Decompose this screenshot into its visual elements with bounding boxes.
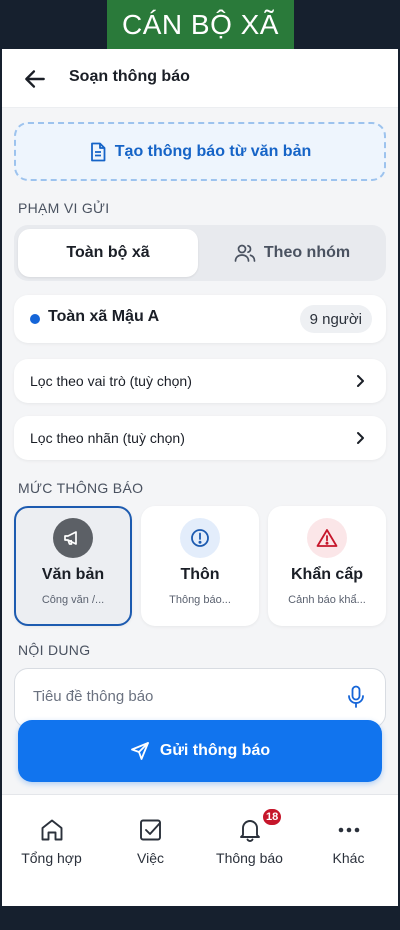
warning-triangle-icon <box>307 518 347 558</box>
microphone-icon[interactable] <box>347 685 365 709</box>
filter-by-role[interactable]: Lọc theo vai trò (tuỳ chọn) <box>14 359 386 403</box>
arrow-left-icon[interactable] <box>22 66 48 92</box>
scope-name: Toàn xã Mậu A <box>48 308 160 325</box>
nav-label: Thông báo <box>216 850 283 866</box>
scope-section-label: PHẠM VI GỬI <box>18 200 110 216</box>
selected-scope-card[interactable]: Toàn xã Mậu A 9 người <box>14 295 386 343</box>
chevron-right-icon <box>357 375 364 387</box>
bell-icon <box>240 820 260 842</box>
level-option-thon[interactable]: Thôn Thông báo... <box>141 506 259 626</box>
nav-item-khac[interactable]: Khác <box>299 817 398 877</box>
level-options: Văn bản Công văn /... Thôn Thông báo... … <box>14 506 386 626</box>
chevron-right-icon <box>357 432 364 444</box>
notification-title-placeholder: Tiêu đề thông báo <box>33 688 154 705</box>
level-name: Thôn <box>180 566 220 583</box>
send-icon <box>130 742 149 760</box>
home-icon <box>41 819 63 841</box>
nav-item-viec[interactable]: Việc <box>101 817 200 877</box>
info-circle-icon <box>180 518 220 558</box>
send-notification-button[interactable]: Gửi thông báo <box>18 720 382 782</box>
nav-item-tong-hop[interactable]: Tổng hợp <box>2 817 101 877</box>
status-dot <box>30 314 40 324</box>
filter-by-tag-label: Lọc theo nhãn (tuỳ chọn) <box>30 430 185 446</box>
create-from-document-button[interactable]: Tạo thông báo từ văn bản <box>14 122 386 181</box>
page-title: Soạn thông báo <box>69 68 190 85</box>
nav-label: Tổng hợp <box>21 850 82 866</box>
notification-count-badge: 18 <box>261 807 284 827</box>
app-screen: Soạn thông báo Tạo thông báo từ văn bản … <box>2 49 398 906</box>
tab-whole-commune-label: Toàn bộ xã <box>66 244 150 261</box>
nav-label: Việc <box>137 850 164 866</box>
level-option-van-ban[interactable]: Văn bản Công văn /... <box>14 506 132 626</box>
document-icon <box>90 142 106 161</box>
bottom-navigation: Tổng hợp Việc 18 Thông báo Khác <box>2 794 398 906</box>
checkbox-icon <box>140 819 161 841</box>
level-description: Cảnh báo khẩ... <box>288 594 366 606</box>
role-banner: CÁN BỘ XÃ <box>107 0 294 49</box>
filter-by-role-label: Lọc theo vai trò (tuỳ chọn) <box>30 373 192 389</box>
content-section-label: NỘI DUNG <box>18 642 91 658</box>
users-icon <box>234 244 256 262</box>
create-from-document-label: Tạo thông báo từ văn bản <box>114 142 312 160</box>
nav-label: Khác <box>332 850 365 866</box>
more-dots-icon <box>338 827 360 833</box>
nav-item-thong-bao[interactable]: 18 Thông báo <box>200 807 299 877</box>
tab-whole-commune[interactable]: Toàn bộ xã <box>18 229 198 277</box>
notification-title-field[interactable]: Tiêu đề thông báo <box>14 668 386 728</box>
send-notification-label: Gửi thông báo <box>159 742 271 759</box>
tab-by-group-label: Theo nhóm <box>263 244 351 261</box>
level-name: Văn bản <box>41 566 105 583</box>
scope-segmented-control: Toàn bộ xã Theo nhóm <box>14 225 386 281</box>
top-bar: Soạn thông báo <box>2 49 398 108</box>
level-description: Thông báo... <box>169 594 231 606</box>
megaphone-icon <box>53 518 93 558</box>
level-section-label: MỨC THÔNG BÁO <box>18 480 144 496</box>
filter-by-tag[interactable]: Lọc theo nhãn (tuỳ chọn) <box>14 416 386 460</box>
recipient-count-badge: 9 người <box>299 305 372 333</box>
level-option-khan-cap[interactable]: Khẩn cấp Cảnh báo khẩ... <box>268 506 386 626</box>
tab-by-group[interactable]: Theo nhóm <box>202 229 382 277</box>
level-description: Công văn /... <box>41 594 105 606</box>
level-name: Khẩn cấp <box>290 566 363 583</box>
